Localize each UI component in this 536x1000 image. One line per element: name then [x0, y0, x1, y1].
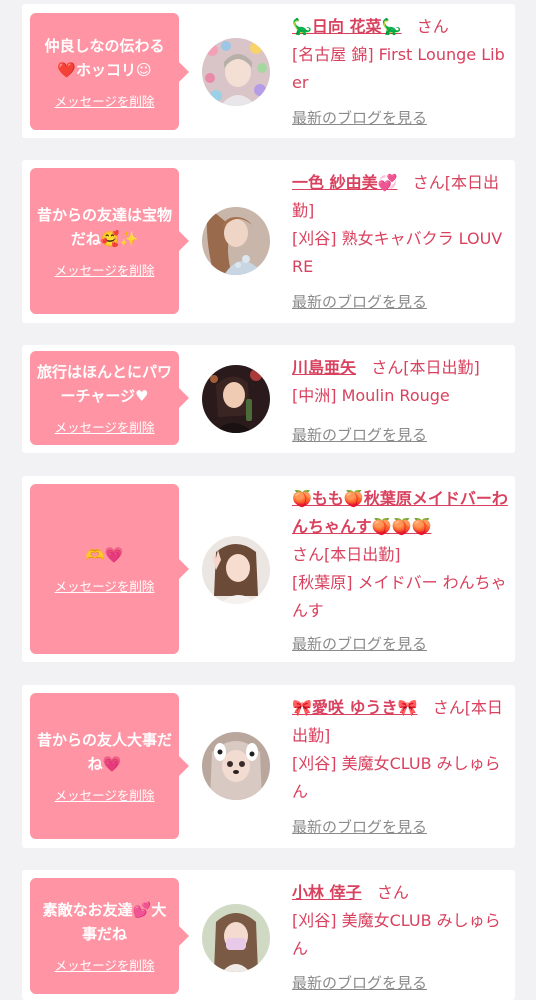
- message-text: 昔からの友人大事だね💗: [36, 731, 172, 773]
- cast-info: 🍑もも🍑秋葉原メイドバーわんちゃんす🍑🍑🍑 さん[本日出勤] [秋葉原] メイド…: [292, 485, 508, 625]
- avatar-photo-icon: [202, 904, 270, 972]
- cast-info: 一色 紗由美💞 さん[本日出勤] [刈谷] 熟女キャバクラ LOUVRE: [292, 169, 508, 281]
- cast-suffix: さん[本日出勤]: [371, 358, 480, 377]
- cast-suffix: さん: [416, 17, 449, 36]
- delete-message-link[interactable]: メッセージを削除: [55, 260, 155, 279]
- list-item: 昔からの友人大事だね💗 メッセージを削除 🎀愛咲 ゆうき🎀 さん[本日出勤] […: [22, 685, 515, 848]
- avatar-photo-icon: [202, 365, 270, 433]
- cast-name-link[interactable]: 小林 倖子: [292, 883, 362, 902]
- latest-blog-link[interactable]: 最新のブログを見る: [292, 972, 427, 993]
- cast-name-link[interactable]: 🍑もも🍑秋葉原メイドバーわんちゃんす🍑🍑🍑: [292, 489, 508, 536]
- message-text: 素敵なお友達💕大事だね: [42, 901, 167, 943]
- delete-message-link[interactable]: メッセージを削除: [55, 785, 155, 804]
- message-bubble: 素敵なお友達💕大事だね メッセージを削除: [30, 878, 189, 994]
- shop-name: [刈谷] 美魔女CLUB みしゅらん: [292, 911, 501, 958]
- delete-message-link[interactable]: メッセージを削除: [55, 417, 155, 436]
- list-item: 仲良しなの伝わる❤️ホッコリ☺ メッセージを削除 🦕日向 花菜🦕 さん [名古屋…: [22, 4, 515, 138]
- shop-name: [名古屋 錦] First Lounge Liber: [292, 45, 505, 92]
- latest-blog-link[interactable]: 最新のブログを見る: [292, 816, 427, 837]
- cast-name-link[interactable]: 一色 紗由美💞: [292, 173, 398, 192]
- delete-message-link[interactable]: メッセージを削除: [55, 576, 155, 595]
- message-text: 旅行はほんとにパワーチャージ♥: [36, 363, 172, 405]
- latest-blog-link[interactable]: 最新のブログを見る: [292, 107, 427, 128]
- avatar-photo-icon: [202, 732, 270, 800]
- avatar[interactable]: [202, 536, 270, 604]
- delete-message-link[interactable]: メッセージを削除: [55, 955, 155, 974]
- avatar[interactable]: [202, 904, 270, 972]
- cast-info: 🦕日向 花菜🦕 さん [名古屋 錦] First Lounge Liber: [292, 13, 508, 97]
- message-bubble: 仲良しなの伝わる❤️ホッコリ☺ メッセージを削除: [30, 13, 189, 130]
- avatar[interactable]: [202, 365, 270, 433]
- avatar-photo-icon: [202, 536, 270, 604]
- message-bubble: 🫶💗 メッセージを削除: [30, 484, 189, 654]
- shop-name: [中洲] Moulin Rouge: [292, 386, 450, 405]
- cast-info: 川島亜矢 さん[本日出勤] [中洲] Moulin Rouge: [292, 354, 508, 410]
- message-bubble: 昔からの友達は宝物だね🥰✨ メッセージを削除: [30, 168, 189, 314]
- cast-info: 小林 倖子 さん [刈谷] 美魔女CLUB みしゅらん: [292, 879, 508, 963]
- shop-name: [秋葉原] メイドバー わんちゃんす: [292, 573, 507, 620]
- latest-blog-link[interactable]: 最新のブログを見る: [292, 424, 427, 445]
- avatar[interactable]: [202, 207, 270, 275]
- message-text: 仲良しなの伝わる❤️ホッコリ☺: [44, 36, 165, 79]
- shop-name: [刈谷] 熟女キャバクラ LOUVRE: [292, 229, 503, 276]
- message-text: 🫶💗: [85, 546, 124, 564]
- cast-suffix: さん: [376, 883, 409, 902]
- avatar[interactable]: [202, 38, 270, 106]
- cast-name-link[interactable]: 🎀愛咲 ゆうき🎀: [292, 698, 417, 717]
- list-item: 昔からの友達は宝物だね🥰✨ メッセージを削除 一色 紗由美💞 さん[本日出勤] …: [22, 160, 515, 323]
- latest-blog-link[interactable]: 最新のブログを見る: [292, 633, 427, 654]
- shop-name: [刈谷] 美魔女CLUB みしゅらん: [292, 754, 501, 801]
- message-list: 仲良しなの伝わる❤️ホッコリ☺ メッセージを削除 🦕日向 花菜🦕 さん [名古屋…: [0, 0, 536, 1000]
- message-text: 昔からの友達は宝物だね🥰✨: [36, 206, 172, 248]
- message-bubble: 旅行はほんとにパワーチャージ♥ メッセージを削除: [30, 351, 189, 445]
- list-item: 🫶💗 メッセージを削除 🍑もも🍑秋葉原メイドバーわんちゃんす🍑🍑🍑 さん[本日出…: [22, 476, 515, 662]
- message-bubble: 昔からの友人大事だね💗 メッセージを削除: [30, 693, 189, 839]
- cast-name-link[interactable]: 🦕日向 花菜🦕: [292, 17, 401, 36]
- list-item: 旅行はほんとにパワーチャージ♥ メッセージを削除 川島亜矢 さん[本日出勤] […: [22, 345, 515, 453]
- delete-message-link[interactable]: メッセージを削除: [55, 91, 155, 110]
- avatar-photo-icon: [202, 38, 270, 106]
- cast-name-link[interactable]: 川島亜矢: [292, 358, 356, 377]
- avatar[interactable]: [202, 732, 270, 800]
- cast-suffix: さん[本日出勤]: [292, 545, 401, 564]
- cast-info: 🎀愛咲 ゆうき🎀 さん[本日出勤] [刈谷] 美魔女CLUB みしゅらん: [292, 694, 508, 806]
- latest-blog-link[interactable]: 最新のブログを見る: [292, 291, 427, 312]
- list-item: 素敵なお友達💕大事だね メッセージを削除 小林 倖子 さん [刈谷] 美魔女CL…: [22, 870, 515, 1000]
- avatar-photo-icon: [202, 207, 270, 275]
